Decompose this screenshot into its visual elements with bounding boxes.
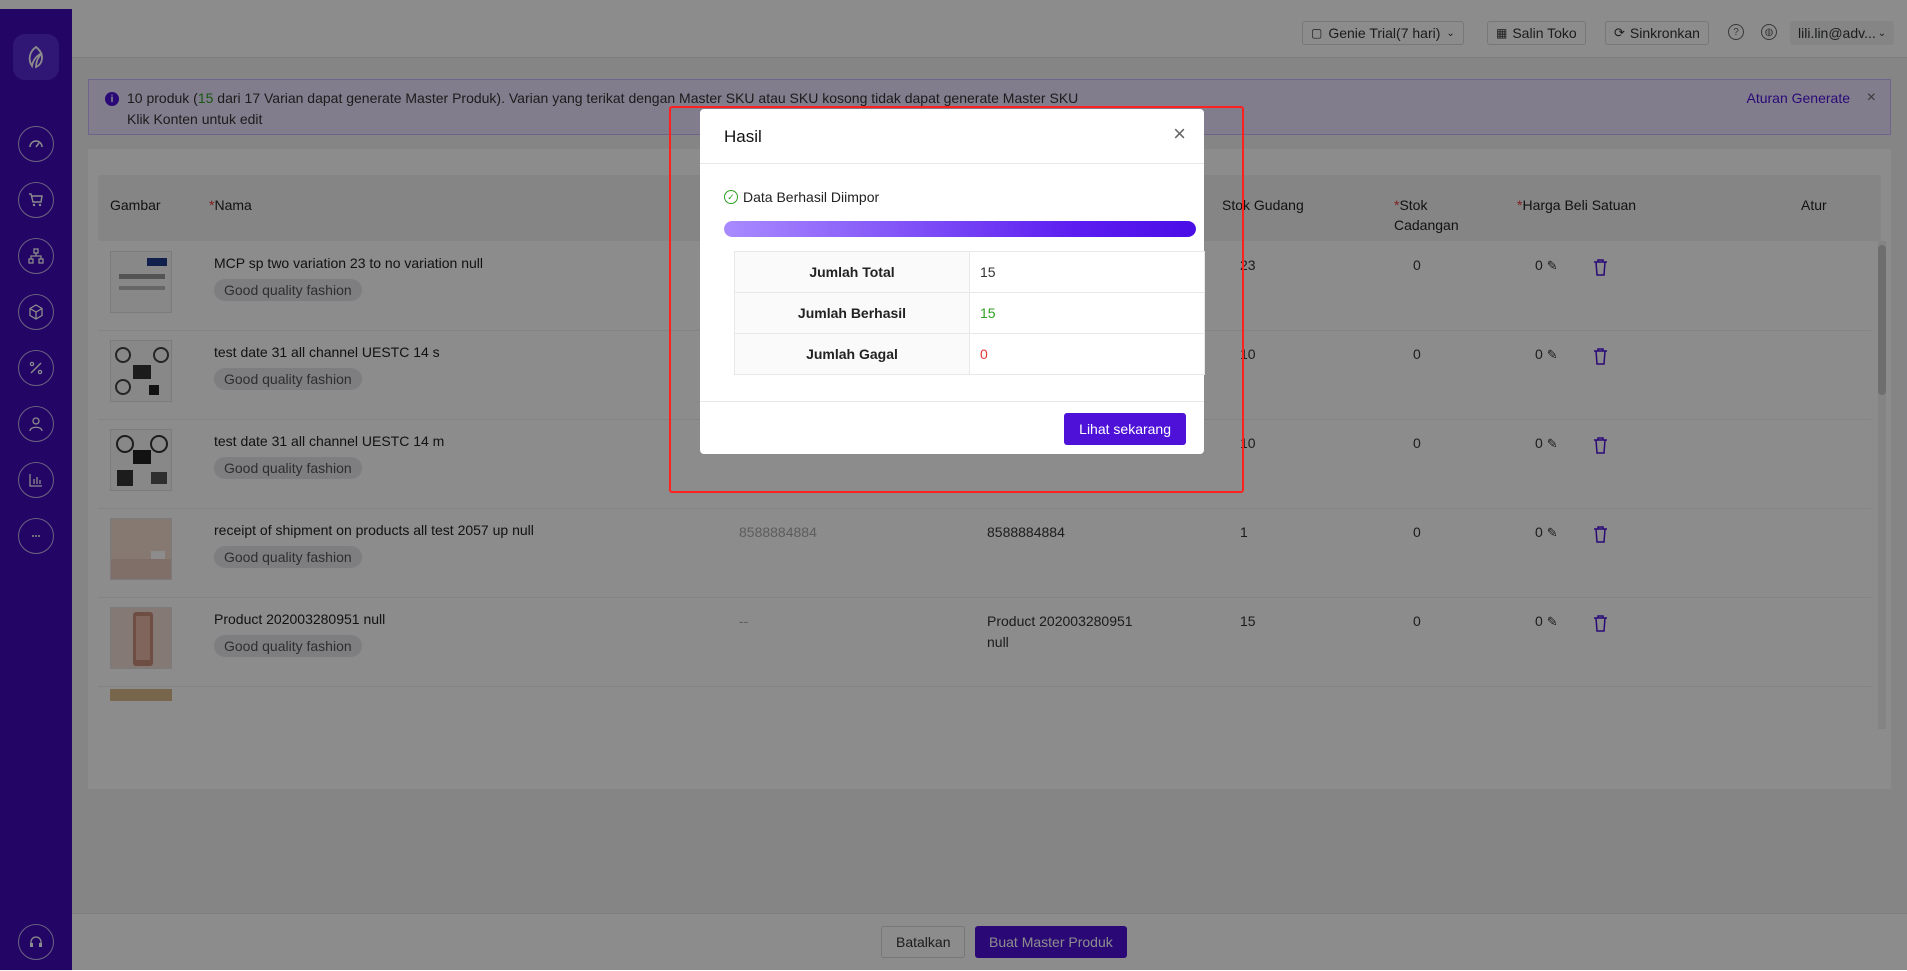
modal-title: Hasil <box>724 127 762 146</box>
result-label: Jumlah Berhasil <box>734 292 970 334</box>
result-row-success: Jumlah Berhasil 15 <box>734 292 1205 334</box>
close-icon[interactable]: × <box>1173 123 1186 145</box>
modal-divider <box>700 401 1204 402</box>
modal-divider <box>700 163 1204 164</box>
result-row-failed: Jumlah Gagal 0 <box>734 333 1205 375</box>
view-now-button[interactable]: Lihat sekarang <box>1064 413 1186 445</box>
progress-fill <box>724 221 1196 237</box>
import-status-text: Data Berhasil Diimpor <box>743 189 880 205</box>
result-value: 15 <box>969 292 1205 334</box>
result-value: 15 <box>969 251 1205 293</box>
result-table: Jumlah Total 15 Jumlah Berhasil 15 Jumla… <box>734 251 1205 375</box>
check-circle-icon: ✓ <box>724 190 738 204</box>
import-progress-bar <box>724 221 1196 237</box>
result-value: 0 <box>969 333 1205 375</box>
import-status: ✓ Data Berhasil Diimpor <box>724 189 879 205</box>
result-row-total: Jumlah Total 15 <box>734 251 1205 293</box>
result-modal: Hasil × ✓ Data Berhasil Diimpor Jumlah T… <box>700 109 1205 454</box>
result-label: Jumlah Gagal <box>734 333 970 375</box>
result-label: Jumlah Total <box>734 251 970 293</box>
